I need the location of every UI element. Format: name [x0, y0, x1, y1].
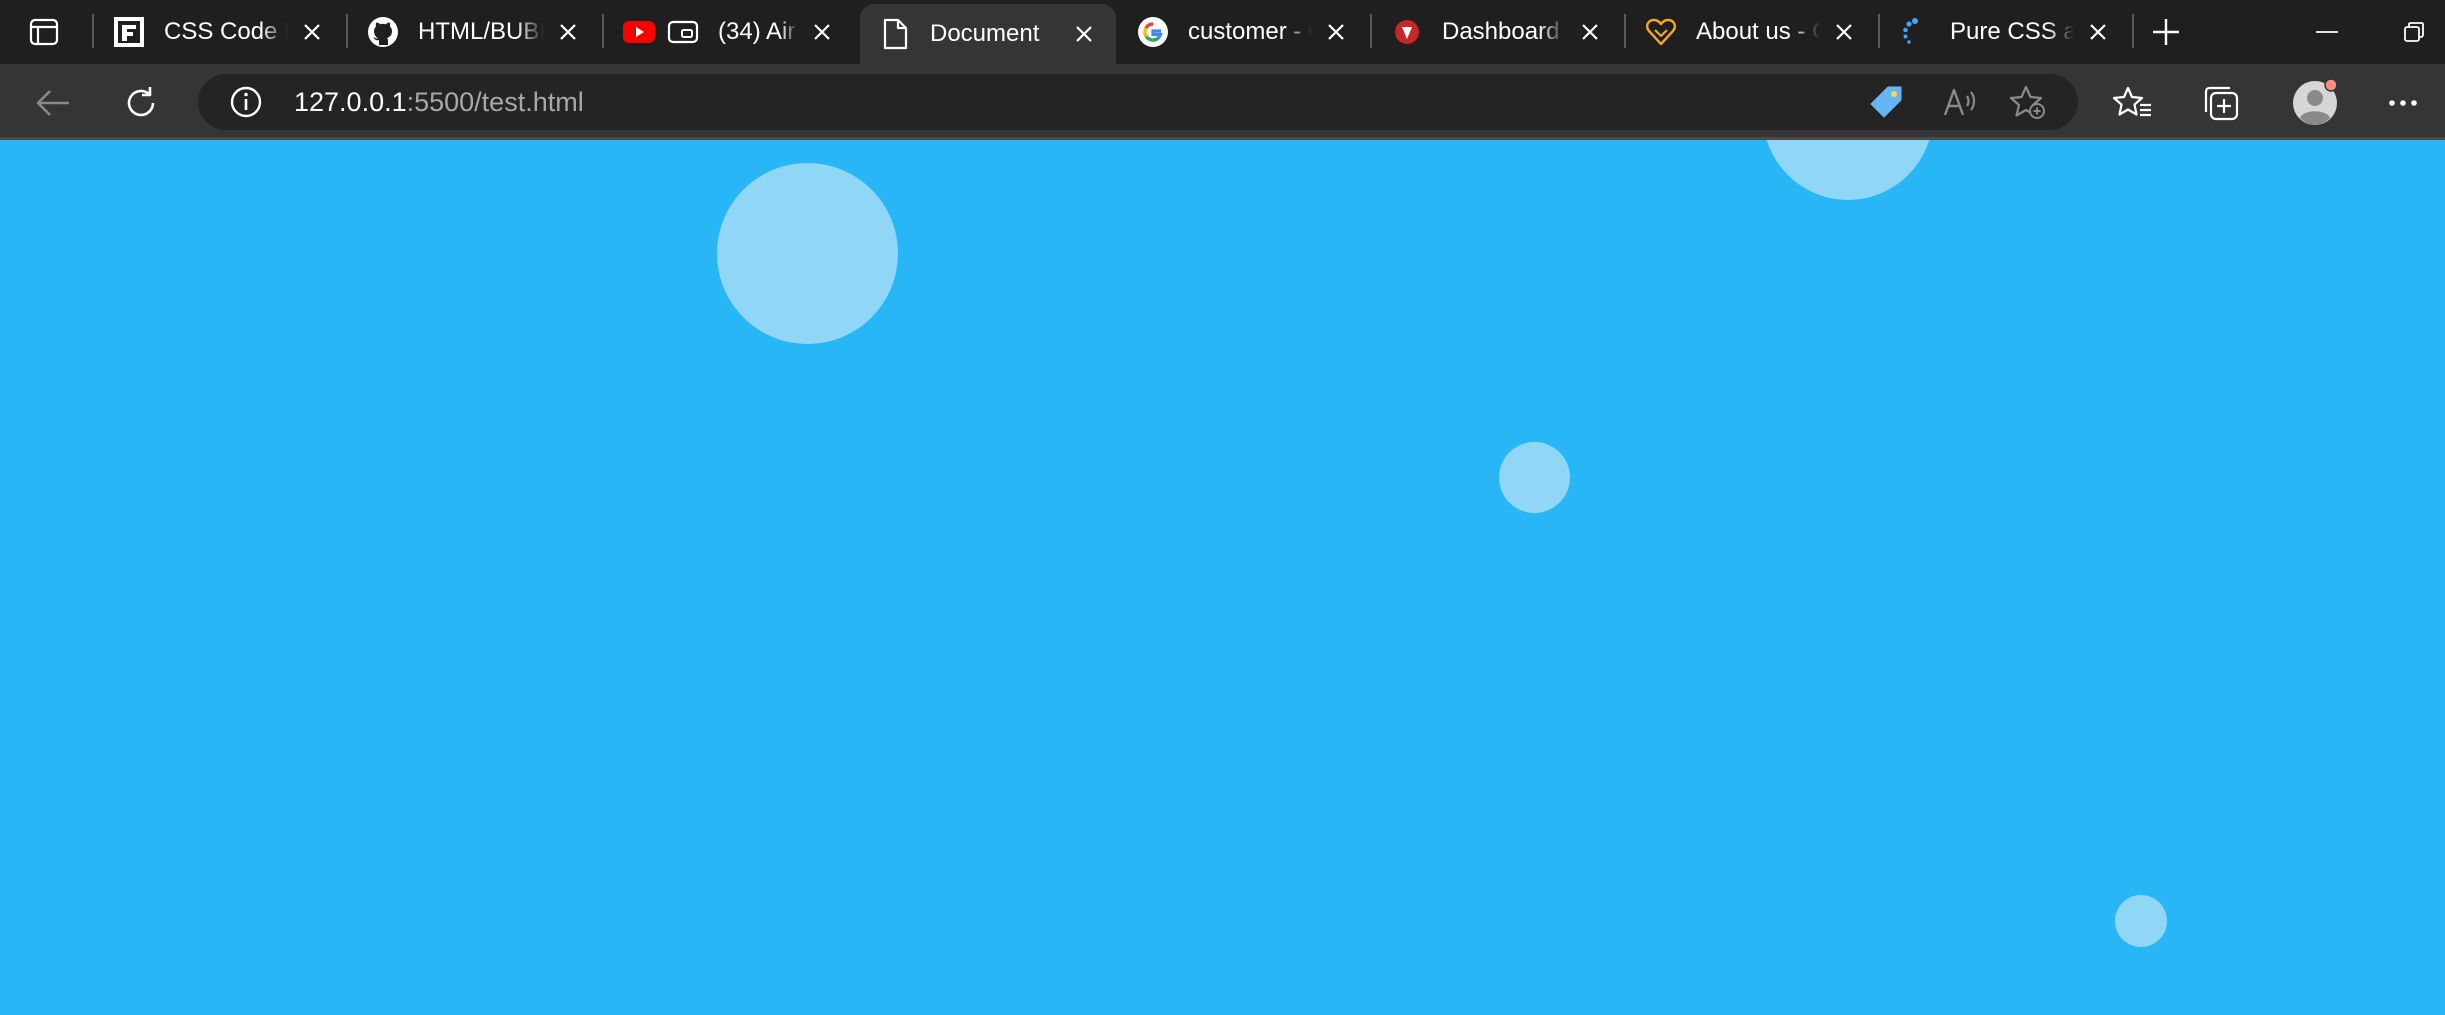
site-info-icon[interactable] — [226, 82, 266, 122]
close-tab-icon[interactable] — [1828, 16, 1860, 48]
collections-button[interactable] — [2196, 78, 2246, 128]
url-path: :5500/test.html — [406, 87, 584, 117]
close-tab-icon[interactable] — [1574, 16, 1606, 48]
tab-dashboard[interactable]: Dashboard — [1372, 0, 1622, 64]
reload-icon — [127, 87, 155, 117]
google-icon — [1136, 15, 1170, 49]
close-tab-icon[interactable] — [806, 16, 838, 48]
close-tab-icon[interactable] — [1320, 16, 1352, 48]
tab-title: HTML/BUBBLES — [418, 18, 544, 45]
back-button[interactable] — [28, 78, 78, 128]
youtube-icon — [622, 15, 656, 49]
profile-button[interactable] — [2288, 76, 2342, 130]
address-bar[interactable]: 127.0.0.1:5500/test.html — [198, 74, 2078, 130]
picture-in-picture-icon[interactable] — [666, 15, 700, 49]
tab-title: About us - C — [1696, 18, 1820, 45]
add-favorite-icon[interactable] — [2008, 82, 2048, 122]
tab-title: (34) Air — [718, 18, 796, 45]
heart-icon — [1644, 15, 1678, 49]
tab-strip: CSS Code Examples HTML/BUBBLES — [0, 0, 2445, 64]
github-icon — [366, 15, 400, 49]
tab-title: Dashboard — [1442, 18, 1560, 45]
tab-title: Pure CSS an — [1950, 18, 2074, 45]
browser-toolbar: 127.0.0.1:5500/test.html — [0, 64, 2445, 140]
close-tab-icon[interactable] — [552, 16, 584, 48]
bubble — [2115, 895, 2167, 947]
read-aloud-icon[interactable] — [1940, 82, 1980, 122]
tab-actions-icon — [29, 18, 59, 46]
url-text[interactable]: 127.0.0.1:5500/test.html — [294, 74, 584, 130]
close-tab-icon[interactable] — [1068, 18, 1100, 50]
tab-about-us[interactable]: About us - C — [1626, 0, 1876, 64]
bubble — [717, 163, 898, 344]
plus-icon — [2153, 19, 2179, 45]
coupon-tag-icon[interactable] — [1866, 82, 1906, 122]
tab-github-bubbles[interactable]: HTML/BUBBLES — [348, 0, 600, 64]
tab-actions-button[interactable] — [24, 14, 64, 50]
tab-title: customer - Google — [1188, 18, 1312, 45]
dashboard-favicon-icon — [1390, 15, 1424, 49]
document-icon — [878, 17, 912, 51]
back-arrow-icon — [36, 90, 69, 116]
restore-icon — [2403, 22, 2424, 42]
loader-icon — [1898, 15, 1932, 49]
f-logo-icon — [112, 15, 146, 49]
browser-window: CSS Code Examples HTML/BUBBLES — [0, 0, 2445, 1015]
avatar — [2293, 78, 2338, 125]
tab-document-active[interactable]: Document — [860, 4, 1116, 64]
close-tab-icon[interactable] — [2082, 16, 2114, 48]
tab-youtube[interactable]: (34) Air — [604, 0, 854, 64]
url-host: 127.0.0.1 — [294, 87, 407, 117]
tab-title: CSS Code Examples — [164, 18, 288, 45]
page-content — [0, 140, 2445, 1015]
tab-title: Document — [930, 20, 1040, 47]
favorites-icon — [2113, 86, 2151, 117]
close-tab-icon[interactable] — [296, 16, 328, 48]
tab-css-code-examples[interactable]: CSS Code Examples — [94, 0, 344, 64]
minimize-icon — [2316, 31, 2338, 33]
bubble — [1763, 140, 1933, 200]
minimize-button[interactable] — [2292, 0, 2362, 64]
tab-separator — [2132, 14, 2134, 48]
more-options-icon — [2389, 100, 2417, 106]
settings-more-button[interactable] — [2378, 78, 2428, 128]
reload-button[interactable] — [116, 78, 166, 128]
collections-icon — [2204, 86, 2239, 121]
tab-pure-css[interactable]: Pure CSS an — [1880, 0, 2130, 64]
bubble — [1499, 442, 1570, 513]
favorites-button[interactable] — [2108, 78, 2158, 128]
restore-button[interactable] — [2382, 0, 2445, 64]
tab-google-customer[interactable]: customer - Google — [1118, 0, 1368, 64]
new-tab-button[interactable] — [2146, 12, 2186, 52]
